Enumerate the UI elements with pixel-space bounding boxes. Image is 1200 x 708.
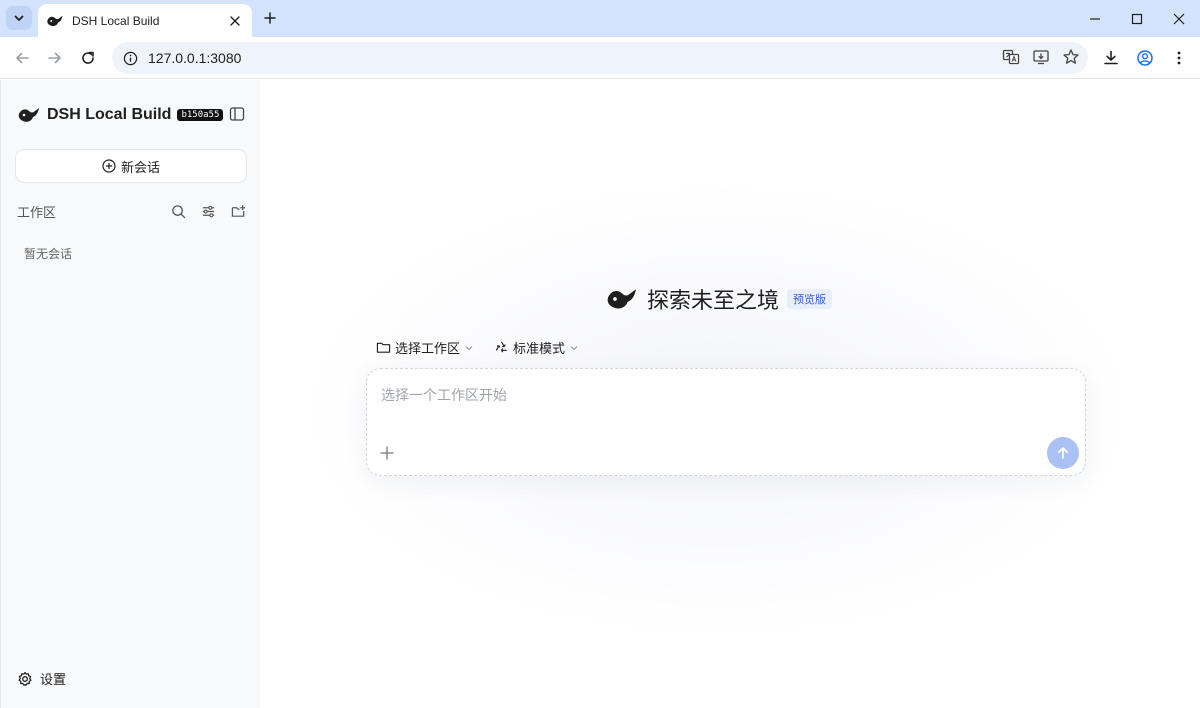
minimize-icon	[1090, 17, 1100, 20]
settings-label: 设置	[40, 672, 67, 687]
add-attachment-icon[interactable]	[379, 445, 395, 461]
tab-title: DSH Local Build	[72, 13, 160, 28]
minimize-button[interactable]	[1074, 0, 1116, 37]
browser-actions	[1100, 47, 1190, 69]
close-window-button[interactable]	[1158, 0, 1200, 37]
translate-icon[interactable]	[1000, 46, 1022, 68]
back-button[interactable]	[11, 47, 33, 69]
reload-icon	[82, 51, 94, 64]
folder-icon	[376, 342, 391, 353]
plus-circle-icon	[102, 159, 116, 173]
sidebar-panel-icon	[229, 107, 245, 121]
mode-select[interactable]: 标准模式	[494, 338, 579, 357]
close-icon	[1173, 13, 1185, 24]
hero: 探索未至之境 预览版	[605, 283, 833, 315]
workspace-label: 工作区	[17, 204, 57, 220]
brand: DSH Local Build b150a55	[17, 104, 224, 126]
chevron-down-icon	[14, 15, 24, 21]
install-app-icon[interactable]	[1030, 46, 1052, 68]
whale-logo-icon	[46, 12, 64, 30]
preview-badge: 预览版	[787, 289, 833, 309]
address-bar[interactable]: 127.0.0.1:3080	[112, 42, 1088, 74]
forward-button[interactable]	[44, 47, 66, 69]
arrow-right-icon	[48, 52, 61, 64]
new-chat-button[interactable]: 新会话	[15, 149, 247, 183]
workspace-select[interactable]: 选择工作区	[376, 338, 474, 357]
send-button[interactable]	[1047, 437, 1079, 469]
brand-name: DSH Local Build	[47, 106, 172, 123]
workspace-header: 工作区	[17, 201, 247, 221]
mode-select-label: 标准模式	[513, 341, 566, 356]
url-text[interactable]: 127.0.0.1:3080	[148, 50, 241, 66]
recycle-icon	[495, 341, 507, 353]
hero-title: 探索未至之境	[647, 288, 780, 313]
whale-logo-icon	[607, 289, 636, 309]
arrow-left-icon	[16, 52, 29, 64]
workspace-actions	[169, 202, 247, 220]
omnibox-actions	[1000, 46, 1082, 68]
maximize-button[interactable]	[1116, 0, 1158, 37]
settings-button[interactable]: 设置	[17, 669, 66, 688]
new-tab-button[interactable]	[260, 8, 280, 28]
reload-button[interactable]	[77, 47, 99, 69]
maximize-icon	[1131, 13, 1143, 24]
chevron-down-icon	[570, 345, 578, 350]
gear-icon	[18, 671, 32, 686]
browser-tab-bar: DSH Local Build	[0, 0, 1200, 37]
new-chat-label: 新会话	[120, 159, 160, 175]
browser-toolbar: 127.0.0.1:3080	[0, 37, 1200, 79]
main-content: 探索未至之境 预览版 选择工作区 标准模式 选择一个工作区开始	[260, 80, 1200, 708]
arrow-up-icon	[1057, 447, 1069, 459]
add-folder-icon[interactable]	[229, 202, 247, 220]
bookmark-star-icon[interactable]	[1060, 46, 1082, 68]
whale-logo-icon	[18, 108, 39, 122]
profile-icon[interactable]	[1134, 47, 1156, 69]
site-info-icon[interactable]	[122, 50, 138, 66]
close-tab-icon[interactable]	[226, 12, 244, 30]
build-badge: b150a55	[177, 109, 224, 121]
composer-placeholder: 选择一个工作区开始	[381, 387, 507, 403]
message-composer[interactable]: 选择一个工作区开始	[366, 368, 1086, 476]
download-icon[interactable]	[1100, 47, 1122, 69]
plus-icon	[264, 12, 276, 24]
composer-options: 选择工作区 标准模式	[376, 338, 579, 357]
empty-conversations-text: 暂无会话	[24, 247, 73, 261]
app-sidebar: DSH Local Build b150a55 新会话 工作区 暂无会话 设置	[0, 80, 260, 708]
workspace-select-label: 选择工作区	[395, 341, 461, 356]
more-vertical-icon[interactable]	[1168, 47, 1190, 69]
tab-search-button[interactable]	[6, 6, 32, 30]
filter-sliders-icon[interactable]	[199, 202, 217, 220]
chevron-down-icon	[465, 345, 473, 350]
sidebar-toggle-button[interactable]	[228, 105, 246, 123]
search-icon[interactable]	[169, 202, 187, 220]
window-controls	[1074, 0, 1200, 37]
browser-tab-active[interactable]: DSH Local Build	[38, 4, 252, 37]
